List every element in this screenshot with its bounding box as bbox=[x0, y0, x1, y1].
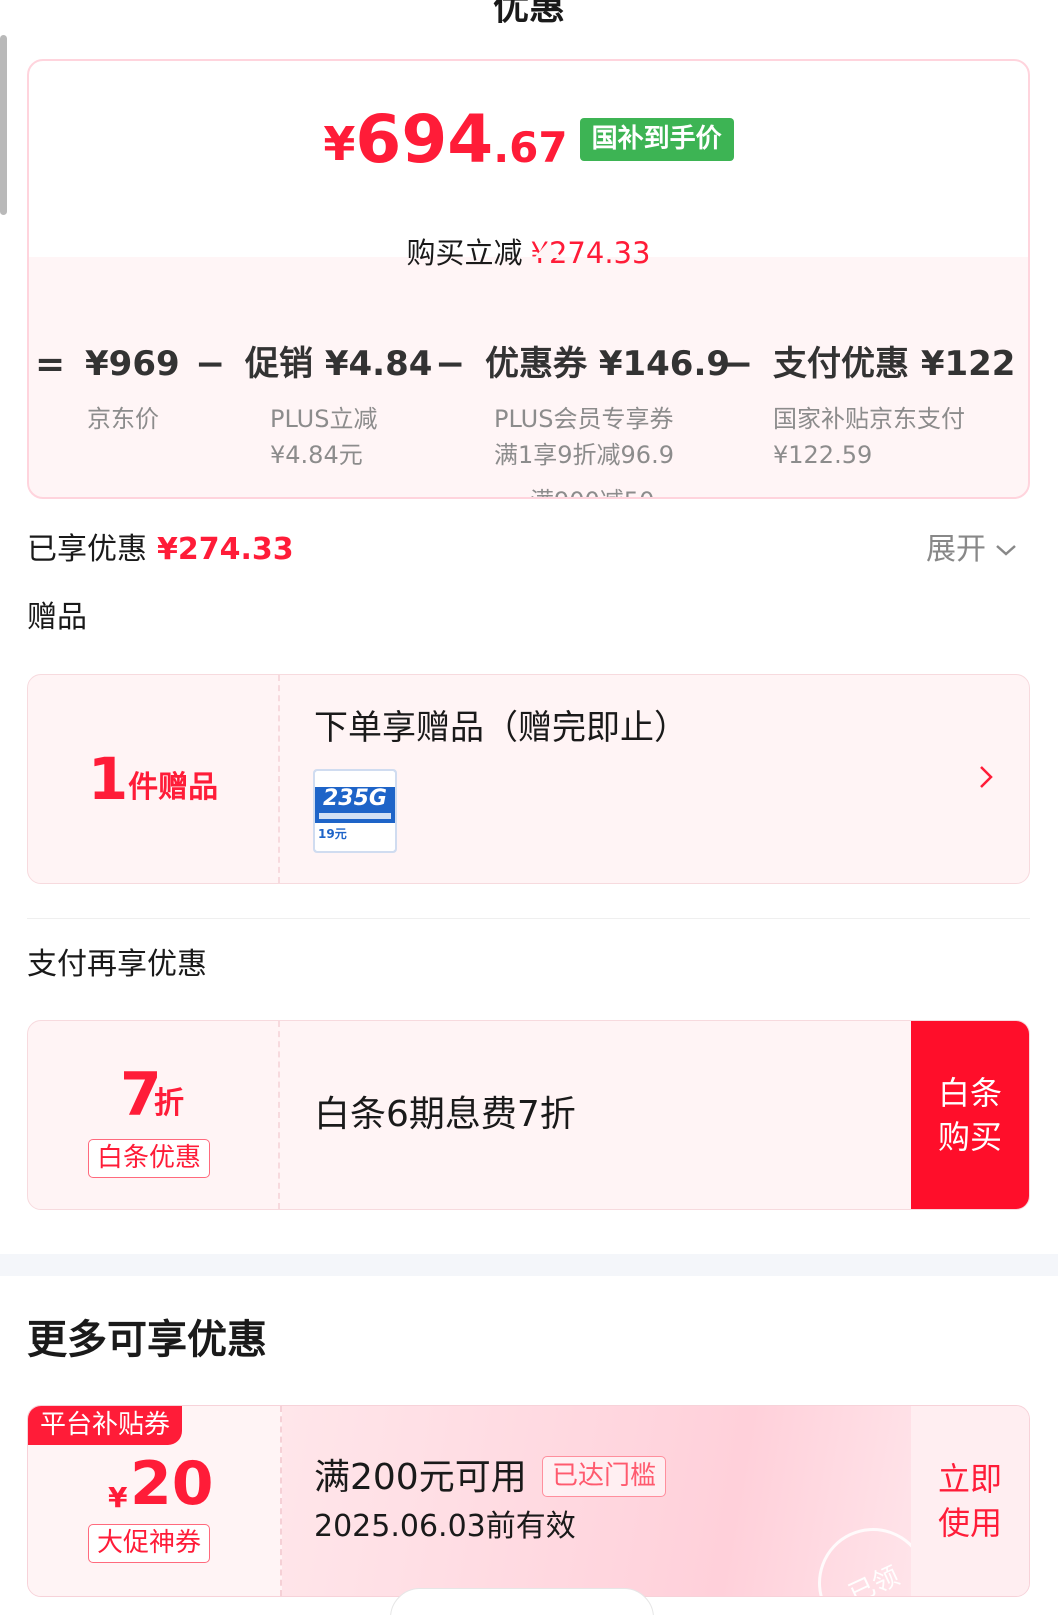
expand-label: 展开 bbox=[926, 532, 986, 567]
discount-unit: 折 bbox=[154, 1086, 184, 1121]
purchase-reduction: 购买立减 ¥274.33 bbox=[29, 239, 1028, 268]
platform-subsidy-tag: 平台补贴券 bbox=[28, 1406, 183, 1445]
breakdown-head: 支付优惠 ¥122 bbox=[773, 344, 1016, 384]
gift-unit: 件赠品 bbox=[128, 770, 219, 805]
baitiao-description: 白条6期息费7折 bbox=[314, 1094, 576, 1135]
enjoyed-value: ¥274.33 bbox=[157, 532, 294, 567]
coupon-currency: ¥ bbox=[108, 1481, 128, 1514]
breakdown-sub: 满1享9折减96.9 bbox=[494, 441, 674, 469]
price-decimal: .67 bbox=[493, 123, 568, 172]
divider-notch bbox=[534, 242, 562, 258]
use-coupon-button[interactable]: 立即 使用 bbox=[911, 1406, 1029, 1596]
coupon-type-badge: 大促神券 bbox=[88, 1524, 211, 1563]
gifts-section-label: 赠品 bbox=[27, 600, 87, 635]
breakdown-sub: ¥122.59 bbox=[773, 441, 873, 469]
minus-operator: − bbox=[723, 344, 754, 385]
final-price: ¥ 694 .67 国补到手价 bbox=[29, 107, 1028, 173]
more-offers-title: 更多可享优惠 bbox=[27, 1317, 267, 1363]
breakdown-head: 促销 ¥4.84 bbox=[245, 344, 433, 384]
baitiao-buy-button[interactable]: 白条 购买 bbox=[911, 1021, 1029, 1209]
button-label-line: 使用 bbox=[937, 1504, 1002, 1542]
enjoyed-label: 已享优惠 bbox=[27, 532, 147, 567]
gift-count-area: 1 件赠品 bbox=[28, 675, 280, 883]
breakdown-sub: PLUS立减 bbox=[270, 405, 378, 433]
threshold-reached-badge: 已达门槛 bbox=[542, 1456, 667, 1497]
chevron-right-icon[interactable] bbox=[977, 763, 995, 791]
thumb-price: 19元 bbox=[318, 827, 347, 841]
gift-card[interactable]: 1 件赠品 下单享赠品（赠完即止） 235G 19元 bbox=[27, 674, 1030, 884]
baitiao-discount-area: 7 折 白条优惠 bbox=[28, 1021, 280, 1209]
expand-button[interactable]: 展开 bbox=[926, 535, 1018, 565]
breakdown-sub: 满900减50 bbox=[485, 483, 730, 497]
coupon-amount: 20 bbox=[130, 1449, 214, 1519]
breakdown-item-coupon: 优惠券 ¥146.9 PLUS会员专享券 满1享9折减96.9 满900减50 bbox=[485, 344, 731, 497]
pay-section-label: 支付再享优惠 bbox=[27, 947, 207, 982]
minus-operator: − bbox=[435, 344, 466, 385]
chevron-down-icon bbox=[996, 545, 1016, 556]
gift-count: 1 bbox=[87, 745, 129, 813]
breakdown-sub: ¥4.84元 bbox=[270, 441, 363, 469]
coupon-expiry: 2025.06.03前有效 bbox=[314, 1509, 576, 1544]
button-label-line: 立即 bbox=[937, 1460, 1002, 1498]
thumb-line bbox=[319, 813, 391, 819]
coupon-card: ¥ 20 大促神券 平台补贴券 满200元可用 已达门槛 2025.06.03前… bbox=[27, 1405, 1030, 1597]
section-separator bbox=[0, 1254, 1058, 1276]
baitiao-badge: 白条优惠 bbox=[88, 1139, 211, 1178]
price-currency: ¥ bbox=[323, 117, 356, 171]
thumb-band: 19元 bbox=[315, 823, 395, 851]
enjoyed-discount: 已享优惠 ¥274.33 bbox=[27, 535, 294, 565]
gift-thumbnail[interactable]: 235G 19元 bbox=[313, 769, 397, 853]
breakdown-sub: 京东价 bbox=[87, 405, 159, 433]
baitiao-card: 7 折 白条优惠 白条6期息费7折 白条 购买 bbox=[27, 1020, 1030, 1210]
price-summary-card: ¥ 694 .67 国补到手价 购买立减 ¥274.33 = ¥969 京东价 −… bbox=[27, 59, 1030, 499]
button-label-line: 购买 bbox=[937, 1118, 1002, 1156]
gift-title: 下单享赠品（赠完即止） bbox=[314, 708, 688, 748]
divider bbox=[27, 918, 1030, 919]
coupon-threshold: 满200元可用 bbox=[314, 1457, 527, 1498]
price-breakdown: = ¥969 京东价 − 促销 ¥4.84 PLUS立减 ¥4.84元 − 优惠… bbox=[29, 295, 1028, 498]
bottom-floating-pill[interactable] bbox=[390, 1588, 654, 1615]
breakdown-item-jd-price: ¥969 京东价 bbox=[85, 347, 180, 437]
page-title: 优惠 bbox=[492, 0, 565, 28]
thumb-band bbox=[315, 771, 395, 787]
minus-operator: − bbox=[195, 344, 226, 385]
price-integer: 694 bbox=[355, 101, 494, 178]
equals-operator: = bbox=[35, 344, 66, 385]
scroll-indicator[interactable] bbox=[0, 35, 7, 215]
reduction-label: 购买立减 bbox=[406, 236, 523, 270]
button-label-line: 白条 bbox=[937, 1074, 1002, 1112]
breakdown-sub: PLUS会员专享券 bbox=[494, 405, 674, 433]
breakdown-sub: 国家补贴京东支付 bbox=[773, 405, 965, 433]
close-icon[interactable] bbox=[964, 0, 1016, 14]
thumb-data-amount: 235G bbox=[323, 786, 387, 811]
breakdown-head: ¥969 bbox=[85, 344, 180, 384]
breakdown-item-promotion: 促销 ¥4.84 PLUS立减 ¥4.84元 bbox=[245, 347, 432, 473]
subsidy-price-badge: 国补到手价 bbox=[579, 118, 734, 161]
breakdown-item-payment: 支付优惠 ¥122 国家补贴京东支付 ¥122.59 bbox=[773, 347, 1015, 473]
breakdown-head: 优惠券 ¥146.9 bbox=[485, 344, 731, 384]
